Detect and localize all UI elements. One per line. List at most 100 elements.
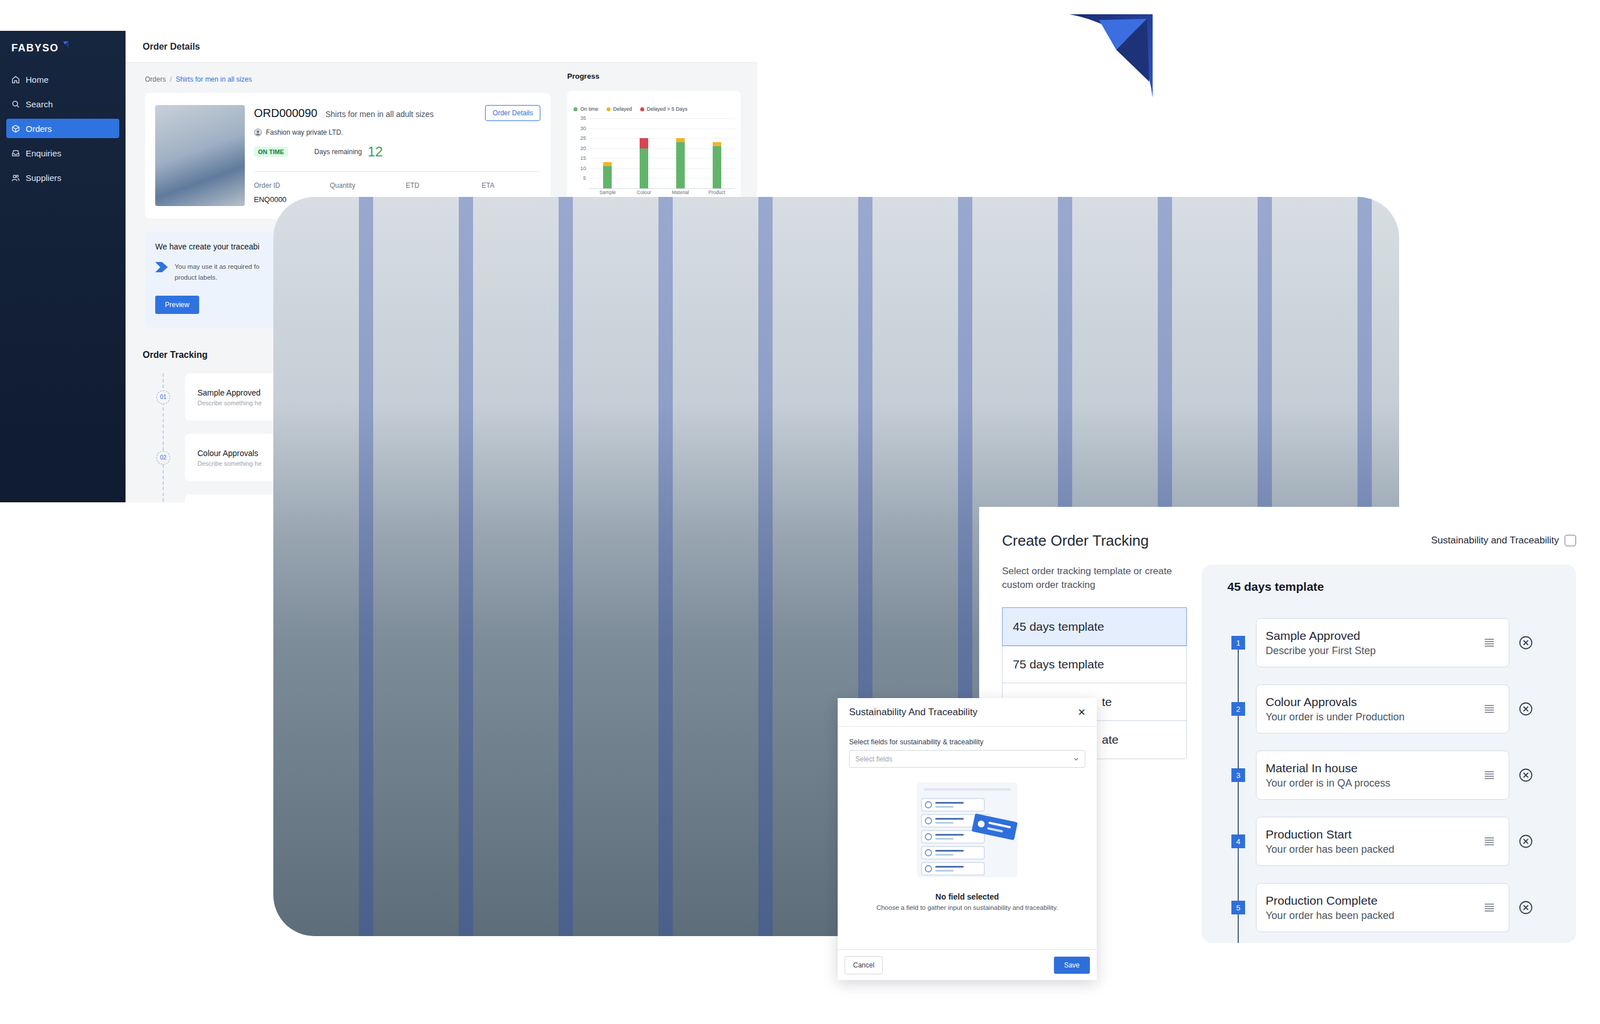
template-item[interactable]: 75 days template <box>1002 645 1187 684</box>
step-card[interactable]: Production CompleteYour order has been p… <box>1255 882 1510 932</box>
button-label: Save <box>1064 960 1080 969</box>
preview-button[interactable]: Preview <box>155 295 200 314</box>
empty-desc: Choose a field to gather input on sustai… <box>849 903 1086 911</box>
template-item[interactable]: 45 days template <box>1002 607 1187 646</box>
order-id: ORD000090 <box>253 106 318 120</box>
sidebar-label: Enquiries <box>25 148 62 159</box>
order-title-row: ORD000090Shirts for men in all adult siz… <box>253 104 541 121</box>
bar <box>639 138 649 189</box>
step-title: Sample Approved <box>1265 628 1376 643</box>
page-header: Order Details <box>125 30 758 63</box>
step-desc: Your order is under Production <box>1265 710 1405 723</box>
modal-body: Select fields for sustainability & trace… <box>837 726 1097 911</box>
order-columns: Order IDQuantityETDETA <box>253 181 541 190</box>
step-title: Colour Approvals <box>1265 695 1405 709</box>
legend-label: On time <box>580 106 599 112</box>
step-texts: Production StartYour order has been pack… <box>1265 827 1395 856</box>
step-card[interactable]: Sample ApprovedDescribe your First Step <box>1255 617 1510 668</box>
save-button[interactable]: Save <box>1053 956 1090 974</box>
traceability-line: You may use it as required fo <box>174 261 260 273</box>
grid-line <box>589 118 735 119</box>
drag-handle-icon <box>1483 770 1496 780</box>
remove-circle-icon <box>1518 899 1534 915</box>
tick-label: 35 <box>575 115 587 121</box>
step-card[interactable]: Material In houseYour order is in QA pro… <box>1255 750 1510 800</box>
cancel-button[interactable]: Cancel <box>844 955 883 975</box>
template-step: 4Production StartYour order has been pac… <box>1227 816 1577 866</box>
drag-handle-icon <box>1483 902 1496 912</box>
template-panel-title: 45 days template <box>1227 580 1577 593</box>
sidebar-label: Search <box>25 99 54 109</box>
sustainability-toggle[interactable]: Sustainability and Traceability <box>1431 534 1577 547</box>
remove-circle-icon <box>1518 701 1534 717</box>
step-texts: Colour ApprovalsYour order is under Prod… <box>1265 695 1405 723</box>
timeline-line <box>1237 640 1239 943</box>
supplier-name: Fashion way private LTD. <box>265 128 343 137</box>
legend-dot <box>606 107 611 112</box>
breadcrumb-item[interactable]: Orders <box>144 75 167 84</box>
bar <box>603 162 612 189</box>
order-details-button[interactable]: Order Details <box>485 104 541 121</box>
category-label: Material <box>662 189 700 196</box>
legend-item: Delayed > 5 Days <box>640 106 688 112</box>
bar-cell <box>698 118 735 189</box>
step-title: Material In house <box>1265 761 1391 775</box>
sidebar-item[interactable]: Search <box>6 94 120 114</box>
fields-select[interactable]: Select fields <box>849 749 1086 768</box>
tick-label: 20 <box>575 145 587 152</box>
bar-segment <box>712 146 722 189</box>
step-card[interactable]: Production StartYour order has been pack… <box>1255 816 1510 866</box>
step-number: 2 <box>1231 701 1246 716</box>
sidebar-item[interactable]: Suppliers <box>6 167 120 188</box>
sidebar-item[interactable]: Orders <box>6 118 120 139</box>
bar-segment <box>676 138 685 143</box>
grid-line <box>589 138 735 139</box>
sidebar-menu: Home Search Orders Enquiries Suppliers <box>0 69 126 188</box>
progress-title: Progress <box>567 71 741 82</box>
bar <box>712 142 722 189</box>
bar-segment <box>603 162 612 167</box>
template-steps: 1 Sample ApprovedDescribe your First Step… <box>1227 617 1577 943</box>
step-texts: Sample ApprovedDescribe your First Step <box>1265 628 1376 657</box>
category-label: Sample <box>589 189 626 196</box>
order-id-group: ORD000090Shirts for men in all adult siz… <box>253 106 434 120</box>
step-card[interactable]: Colour ApprovalsYour order is under Prod… <box>1255 684 1510 734</box>
bar-cell <box>625 118 663 189</box>
button-label: Cancel <box>853 960 875 969</box>
step-desc: Your order has been packed <box>1265 843 1395 856</box>
plot-area: 3530252015105 <box>589 118 735 189</box>
sidebar-item[interactable]: Home <box>6 69 120 90</box>
tick-label: 25 <box>575 135 587 141</box>
column-label: Quantity <box>329 181 406 190</box>
step-desc: Describe your First Step <box>1265 644 1376 657</box>
create-title: Create Order Tracking <box>1001 531 1149 550</box>
close-button[interactable]: × <box>1077 705 1086 719</box>
grid-line <box>589 128 735 129</box>
template-label: ate <box>1101 732 1119 747</box>
brand-logo-icon <box>1069 14 1153 98</box>
bar-cell <box>662 118 700 189</box>
drag-handle-icon <box>1483 836 1496 846</box>
sustainability-checkbox[interactable] <box>1564 534 1577 547</box>
grid-line <box>589 188 735 189</box>
category-label: Product <box>698 189 735 196</box>
step-number: 5 <box>1231 900 1246 915</box>
bar-segment <box>639 148 649 189</box>
logo-mark-icon <box>60 41 69 50</box>
breadcrumb-item[interactable]: Shirts for men in all sizes <box>175 75 252 84</box>
column-label: ETA <box>481 181 558 190</box>
sidebar-item[interactable]: Enquiries <box>6 143 120 163</box>
remove-circle-icon <box>1518 635 1534 650</box>
remove-circle-icon <box>1518 833 1534 849</box>
step-number: 01 <box>156 390 171 404</box>
legend-item: Delayed <box>606 106 633 112</box>
bar <box>676 138 685 189</box>
step-number: 02 <box>156 450 171 465</box>
step-number: 1 <box>1231 635 1246 650</box>
step-desc: Your order has been packed <box>1265 909 1395 922</box>
order-info: ORD000090Shirts for men in all adult siz… <box>253 104 541 207</box>
bar-cell <box>589 118 626 189</box>
category-label: Colour <box>625 189 663 196</box>
legend-dot <box>573 107 578 112</box>
shirt-photo <box>155 104 245 206</box>
